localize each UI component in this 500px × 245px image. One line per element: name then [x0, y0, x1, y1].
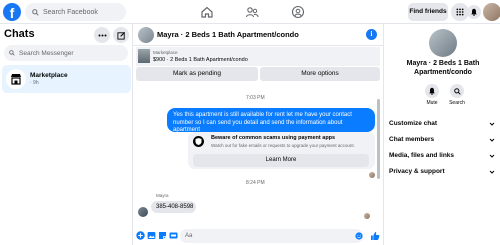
- listing-thumbnail: [138, 49, 150, 63]
- search-icon: [9, 50, 15, 56]
- profile-avatar[interactable]: [483, 3, 500, 21]
- search-facebook-placeholder: Search Facebook: [43, 8, 98, 16]
- message-input[interactable]: Aa: [180, 229, 363, 243]
- incoming-message-bubble: 385-408-8598: [151, 201, 196, 213]
- gif-icon[interactable]: [169, 231, 178, 240]
- mute-button[interactable]: Mute: [422, 84, 442, 106]
- thumbs-up-icon[interactable]: [370, 231, 380, 240]
- search-conversation-button[interactable]: Search: [447, 84, 467, 106]
- section-label: Customize chat: [389, 120, 438, 127]
- search-facebook-input[interactable]: Search Facebook: [25, 3, 126, 21]
- media-files-links-section[interactable]: Media, files and links: [389, 148, 497, 164]
- details-title: Mayra · 2 Beds 1 Bath Apartment/condo: [406, 60, 480, 76]
- sidebar-item-marketplace[interactable]: Marketplace · 9h: [2, 65, 131, 93]
- search-icon: [32, 8, 39, 16]
- chat-members-section[interactable]: Chat members: [389, 132, 497, 148]
- sender-name: Mayra: [156, 193, 169, 198]
- search-label: Search: [449, 100, 465, 106]
- chevron-down-icon: [489, 137, 495, 143]
- chevron-down-icon: [489, 169, 495, 175]
- scam-warning-title: Beware of common scams using payment app…: [211, 135, 336, 141]
- conversation-details-panel: Mayra · 2 Beds 1 Bath Apartment/condo Mu…: [383, 24, 500, 245]
- find-friends-button[interactable]: Find friends: [408, 3, 448, 21]
- conversation-panel: Mayra · 2 Beds 1 Bath Apartment/condo i …: [133, 24, 383, 245]
- conversation-scrollbar[interactable]: [377, 99, 380, 179]
- more-options-button[interactable]: More options: [260, 67, 380, 81]
- sidebar-item-label: Marketplace: [30, 72, 68, 79]
- sender-avatar[interactable]: [138, 207, 148, 217]
- read-receipt-avatar: [369, 172, 375, 178]
- add-icon[interactable]: [136, 231, 145, 240]
- sidebar-item-time: · 9h: [30, 80, 39, 86]
- listing-price: $900 · 2 Beds 1 Bath Apartment/condo: [153, 57, 248, 63]
- search-icon: [450, 84, 464, 98]
- section-label: Privacy & support: [389, 168, 445, 175]
- chevron-down-icon: [489, 121, 495, 127]
- section-label: Media, files and links: [389, 152, 455, 159]
- info-icon[interactable]: i: [366, 29, 377, 40]
- chats-sidebar: Chats Search Messenger Marketplace · 9h: [0, 24, 133, 245]
- conversation-avatar-large[interactable]: [429, 29, 457, 57]
- friends-icon[interactable]: [245, 5, 259, 19]
- search-messenger-input[interactable]: Search Messenger: [4, 45, 128, 61]
- notifications-bell-icon[interactable]: [467, 5, 481, 19]
- emoji-icon[interactable]: [355, 232, 364, 241]
- chevron-down-icon: [489, 153, 495, 159]
- mute-label: Mute: [426, 100, 438, 106]
- sticker-icon[interactable]: [158, 231, 167, 240]
- learn-more-button[interactable]: Learn More: [193, 154, 369, 167]
- message-timestamp: 8:24 PM: [246, 180, 265, 186]
- more-options-icon[interactable]: [94, 27, 110, 43]
- scam-warning-card: Beware of common scams using payment app…: [188, 132, 375, 169]
- conversation-title[interactable]: Mayra · 2 Beds 1 Bath Apartment/condo: [157, 30, 299, 39]
- message-timestamp: 7:03 PM: [246, 95, 265, 101]
- photo-icon[interactable]: [147, 231, 156, 240]
- customize-chat-section[interactable]: Customize chat: [389, 116, 497, 132]
- search-messenger-placeholder: Search Messenger: [19, 49, 74, 57]
- chats-heading: Chats: [4, 28, 35, 40]
- marketplace-listing-banner[interactable]: Marketplace $900 · 2 Beds 1 Bath Apartme…: [136, 47, 380, 66]
- bell-icon: [425, 84, 439, 98]
- privacy-support-section[interactable]: Privacy & support: [389, 164, 497, 180]
- read-receipt-avatar: [364, 213, 370, 219]
- listing-label: Marketplace: [153, 50, 178, 55]
- new-message-icon[interactable]: [113, 27, 129, 43]
- conversation-avatar[interactable]: [138, 27, 154, 43]
- shield-icon: [193, 136, 204, 147]
- section-label: Chat members: [389, 136, 435, 143]
- marketplace-store-icon: [6, 69, 26, 89]
- conversation-header: Mayra · 2 Beds 1 Bath Apartment/condo i: [133, 24, 383, 46]
- facebook-logo[interactable]: f: [3, 3, 21, 21]
- mark-as-pending-button[interactable]: Mark as pending: [136, 67, 258, 81]
- outgoing-message-bubble: Yes this apartment is still available fo…: [167, 108, 375, 133]
- home-icon[interactable]: [200, 5, 214, 19]
- top-navigation-bar: f Search Facebook Find friends: [0, 0, 500, 24]
- scam-warning-body: Watch out for fake emails or requests to…: [211, 143, 355, 148]
- groups-icon[interactable]: [291, 5, 305, 19]
- message-composer: Aa: [133, 227, 383, 245]
